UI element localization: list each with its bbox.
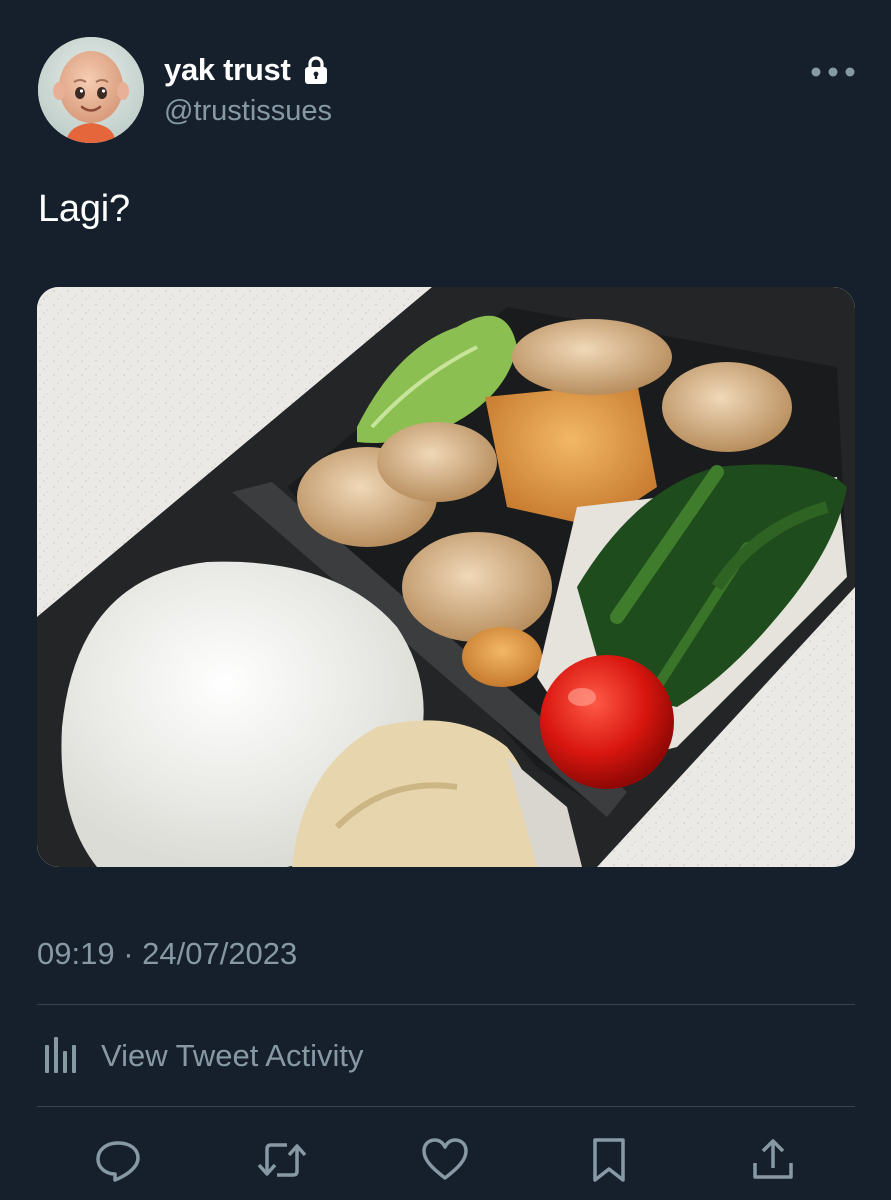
author-handle[interactable]: @trustissues	[164, 95, 332, 128]
avatar[interactable]	[38, 37, 144, 143]
share-button[interactable]	[741, 1128, 805, 1192]
divider	[37, 1004, 855, 1005]
heart-icon	[422, 1138, 468, 1180]
reply-button[interactable]	[86, 1128, 150, 1192]
tweet-action-bar	[0, 1128, 891, 1192]
tweet-timestamp[interactable]: 09:19 · 24/07/2023	[37, 936, 297, 972]
bookmark-button[interactable]	[577, 1128, 641, 1192]
divider	[37, 1106, 855, 1107]
tweet-photo[interactable]	[37, 287, 855, 867]
author-name[interactable]: yak trust	[164, 52, 329, 88]
bookmark-icon	[593, 1138, 625, 1182]
lock-icon	[303, 55, 329, 85]
analytics-icon	[37, 1031, 83, 1082]
more-options-button[interactable]	[808, 56, 858, 88]
view-tweet-activity-label[interactable]: View Tweet Activity	[101, 1038, 363, 1074]
retweet-button[interactable]	[250, 1128, 314, 1192]
reply-icon	[96, 1141, 140, 1182]
tweet-text: Lagi?	[38, 188, 130, 230]
retweet-icon	[257, 1143, 307, 1177]
author-display-name[interactable]: yak trust	[164, 52, 291, 88]
tweet-detail-page: yak trust @trustissues Lagi? 09:19 · 24/…	[0, 0, 891, 1200]
view-tweet-activity-button[interactable]: View Tweet Activity	[37, 1030, 363, 1082]
share-icon	[753, 1139, 793, 1179]
like-button[interactable]	[413, 1128, 477, 1192]
more-dots-icon	[811, 67, 855, 77]
